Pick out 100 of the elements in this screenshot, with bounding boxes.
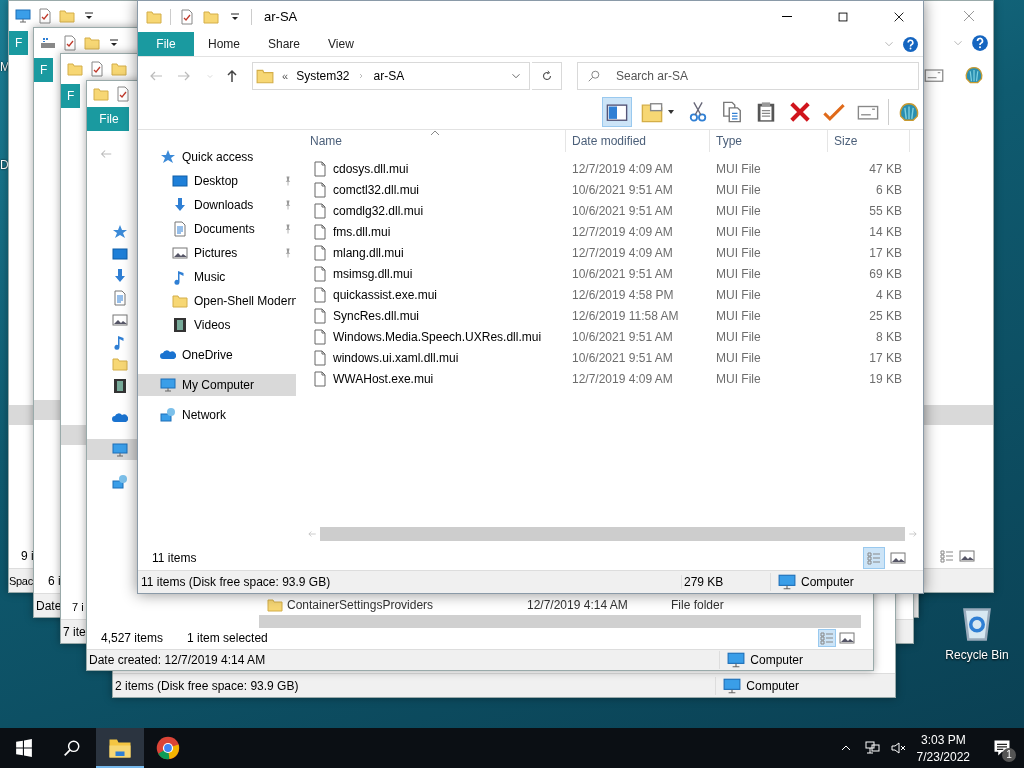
file-icon — [312, 328, 328, 345]
address-bar[interactable]: « System32 ar-SA — [252, 62, 530, 90]
clipboard-icon — [755, 101, 777, 123]
status-text: Date — [36, 598, 62, 613]
file-size: 17 KB — [868, 350, 903, 365]
refresh-button[interactable] — [532, 62, 562, 90]
file-row[interactable]: msimsg.dll.mui 10/6/2021 9:51 AM MUI File 69 KB — [304, 263, 923, 284]
file-row[interactable]: quickassist.exe.mui 12/6/2019 4:58 PM MUI File 4 KB — [304, 284, 923, 305]
file-row[interactable]: windows.ui.xaml.dll.mui 10/6/2021 9:51 AM MUI File 17 KB — [304, 347, 923, 368]
column-header[interactable]: Name — [304, 130, 566, 152]
properties-icon[interactable] — [62, 35, 78, 51]
download-arrow-icon — [172, 197, 188, 213]
picture-icon — [890, 550, 906, 566]
status-size: 279 KB — [681, 575, 770, 589]
properties-icon[interactable] — [37, 8, 53, 24]
navigation-pane-icon — [606, 101, 628, 123]
file-row[interactable]: WWAHost.exe.mui 12/7/2019 4:09 AM MUI File 19 KB — [304, 368, 923, 389]
file-date: 10/6/2021 9:51 AM — [571, 266, 674, 281]
clock[interactable]: 3:03 PM 7/23/2022 — [916, 732, 970, 764]
notification-button[interactable]: 1 — [980, 728, 1024, 768]
ribbon-tab[interactable]: Home — [194, 32, 254, 56]
muted-speaker-icon[interactable] — [889, 740, 906, 756]
file-name: comdlg32.dll.mui — [333, 203, 424, 218]
file-row[interactable]: SyncRes.dll.mui 12/6/2019 11:58 AM MUI File 25 KB — [304, 305, 923, 326]
film-icon[interactable] — [112, 377, 128, 394]
picture-icon[interactable] — [959, 548, 975, 564]
shell-icon[interactable] — [963, 65, 985, 85]
file-row[interactable]: comdlg32.dll.mui 10/6/2021 9:51 AM MUI File 55 KB — [304, 200, 923, 221]
file-date: 10/6/2021 9:51 AM — [571, 203, 674, 218]
file-date: 12/7/2019 4:09 AM — [571, 371, 674, 386]
file-row[interactable]: cdosys.dll.mui 12/7/2019 4:09 AM MUI File 47 KB — [304, 158, 923, 179]
status-text: 7 ite — [63, 624, 86, 639]
folder-icon — [172, 293, 188, 309]
document-icon — [172, 221, 188, 237]
nav-item[interactable]: Pictures — [138, 242, 296, 264]
properties-icon[interactable] — [179, 8, 195, 25]
network-icon — [160, 407, 176, 423]
close-icon[interactable] — [961, 8, 977, 24]
monitor-icon[interactable] — [112, 245, 128, 262]
drive-icon[interactable] — [40, 35, 56, 51]
breadcrumb[interactable]: ar-SA — [373, 69, 405, 83]
ribbon-tab[interactable]: Share — [254, 32, 315, 56]
file-name: mlang.dll.mui — [333, 245, 404, 260]
network-icon[interactable] — [863, 740, 880, 756]
file-icon — [312, 265, 328, 282]
nav-item[interactable]: OneDrive — [138, 344, 296, 366]
file-name: comctl32.dll.mui — [333, 182, 420, 197]
search-field[interactable]: Search ar-SA — [577, 62, 919, 90]
download-arrow-icon[interactable] — [112, 267, 128, 284]
help-icon[interactable] — [902, 35, 919, 53]
file-row[interactable]: fms.dll.mui 12/7/2019 4:09 AM MUI File 14 KB — [304, 221, 923, 242]
help-icon[interactable] — [971, 34, 989, 52]
computer-icon[interactable] — [112, 441, 128, 458]
column-header[interactable]: Type — [710, 130, 828, 152]
file-name: SyncRes.dll.mui — [333, 308, 420, 323]
nav-item[interactable]: Desktop — [138, 170, 296, 192]
file-size: 25 KB — [868, 308, 903, 323]
file-name: windows.ui.xaml.dll.mui — [333, 350, 459, 365]
status-text: Date created: 12/7/2019 4:14 AM — [89, 652, 266, 667]
file-icon — [312, 223, 328, 240]
ribbon-tab[interactable]: View — [314, 32, 368, 56]
file-icon — [312, 370, 328, 387]
picture-icon[interactable] — [839, 630, 855, 647]
nav-item[interactable]: Network — [138, 404, 296, 426]
breadcrumb[interactable]: System32 — [296, 69, 350, 83]
file-name: fms.dll.mui — [333, 224, 391, 239]
file-date: 12/7/2019 4:09 AM — [571, 224, 674, 239]
status-text: 11 items (Disk free space: 93.9 GB) — [141, 575, 332, 589]
file-row[interactable]: Windows.Media.Speech.UXRes.dll.mui 10/6/2021 9:51 AM MUI File 8 KB — [304, 326, 923, 347]
navigation-pane-button[interactable] — [602, 97, 632, 127]
desktop-icon-label: D — [0, 158, 9, 172]
computer-icon[interactable] — [15, 8, 31, 24]
file-type: MUI File — [715, 287, 762, 302]
nav-item[interactable]: My Computer — [138, 374, 296, 396]
picture-icon[interactable] — [112, 311, 128, 328]
film-icon — [172, 317, 188, 333]
nav-item[interactable]: Documents — [138, 218, 296, 240]
column-header[interactable]: Size — [828, 130, 910, 152]
scrollbar-thumb[interactable] — [320, 527, 905, 541]
file-row[interactable]: comctl32.dll.mui 10/6/2021 9:51 AM MUI File 6 KB — [304, 179, 923, 200]
taskbar-app-button[interactable] — [96, 728, 144, 768]
copy-icon — [721, 101, 743, 123]
overflow-mark[interactable]: « — [282, 70, 289, 82]
file-row[interactable]: mlang.dll.mui 12/7/2019 4:09 AM MUI File 17 KB — [304, 242, 923, 263]
desktop-icon-label[interactable]: Recycle Bin — [945, 648, 1009, 662]
nav-item[interactable]: Downloads — [138, 194, 296, 216]
column-header[interactable]: Date modified — [566, 130, 710, 152]
nav-item[interactable]: Videos — [138, 314, 296, 336]
star-icon[interactable] — [112, 223, 128, 240]
file-type: MUI File — [715, 161, 762, 176]
item-count: 11 items — [152, 551, 197, 565]
nav-item[interactable]: Music — [138, 266, 296, 288]
properties-icon[interactable] — [115, 86, 131, 103]
nav-item[interactable]: Quick access — [138, 146, 296, 168]
horizontal-scrollbar[interactable] — [259, 615, 861, 628]
properties-icon[interactable] — [89, 61, 105, 77]
file-icon — [312, 244, 328, 261]
location-label: Computer — [801, 575, 854, 589]
maximize-icon — [836, 9, 850, 24]
document-icon[interactable] — [112, 289, 128, 306]
